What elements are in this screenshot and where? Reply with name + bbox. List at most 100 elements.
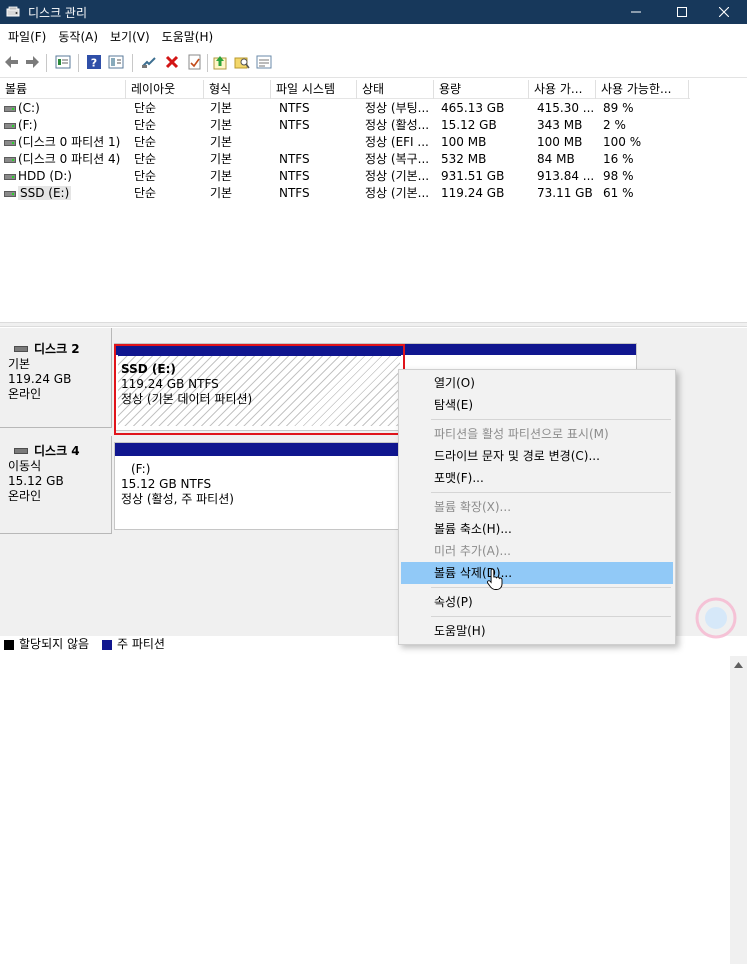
mouse-pointer-icon — [487, 568, 503, 590]
partition-size-fs: 15.12 GB NTFS — [121, 477, 212, 491]
menu-bar: 파일(F) 동작(A) 보기(V) 도움말(H) — [0, 24, 747, 48]
disk-2-label[interactable]: 디스크 2 기본 119.24 GB 온라인 — [0, 328, 112, 428]
volume-filesystem: NTFS — [279, 169, 310, 183]
column-header-volume[interactable]: 볼륨 — [0, 80, 126, 99]
back-arrow-icon[interactable] — [4, 54, 20, 70]
partition-label: SSD (E:) — [121, 362, 176, 376]
volume-layout: 단순 — [134, 186, 157, 200]
check-icon[interactable] — [187, 54, 203, 70]
toolbar-separator — [132, 54, 133, 72]
volume-filesystem: NTFS — [279, 152, 310, 166]
volume-layout: 단순 — [134, 135, 157, 149]
column-header-status[interactable]: 상태 — [357, 80, 434, 99]
help-icon[interactable]: ? — [86, 54, 102, 70]
column-header-type[interactable]: 형식 — [204, 80, 271, 99]
menu-help[interactable]: 도움말(H) — [156, 28, 220, 45]
pane-splitter[interactable] — [0, 322, 747, 327]
disk-name-text: 디스크 4 — [34, 444, 80, 458]
volume-status: 정상 (기본... — [365, 186, 430, 200]
volume-status: 정상 (부팅... — [365, 101, 430, 115]
title-bar: 디스크 관리 — [0, 0, 747, 24]
volume-percent-free: 2 % — [603, 118, 626, 132]
upload-icon[interactable] — [212, 54, 228, 70]
forward-arrow-icon[interactable] — [24, 54, 40, 70]
search-folder-icon[interactable] — [234, 54, 250, 70]
partition-status: 정상 (활성, 주 파티션) — [121, 492, 234, 506]
ssd-partition-stripe — [118, 348, 401, 356]
table-row[interactable]: (C:) 단순 기본 NTFS 정상 (부팅... 465.13 GB 415.… — [0, 100, 690, 117]
column-header-percent-free[interactable]: 사용 가능한... — [596, 80, 689, 99]
list-view-icon[interactable] — [55, 54, 71, 70]
disk-size: 15.12 GB — [8, 474, 64, 488]
volume-type: 기본 — [210, 135, 233, 149]
menu-file[interactable]: 파일(F) — [2, 28, 52, 45]
volume-capacity: 15.12 GB — [441, 118, 497, 132]
menu-item-open[interactable]: 열기(O) — [401, 372, 673, 394]
volume-percent-free: 16 % — [603, 152, 634, 166]
partition-stripe — [115, 443, 403, 456]
table-row-selected[interactable]: SSD (E:) 단순 기본 NTFS 정상 (기본... 119.24 GB … — [0, 185, 690, 202]
disk-icon — [14, 346, 28, 352]
disk-icon — [14, 448, 28, 454]
table-row[interactable]: HDD (D:) 단순 기본 NTFS 정상 (기본... 931.51 GB … — [0, 168, 690, 185]
menu-item-delete-volume[interactable]: 볼륨 삭제(D)... — [401, 562, 673, 584]
volume-type: 기본 — [210, 152, 233, 166]
volume-filesystem: NTFS — [279, 101, 310, 115]
legend-primary-swatch — [102, 640, 112, 650]
menu-item-add-mirror: 미러 추가(A)... — [434, 544, 511, 558]
toolbar-separator — [46, 54, 47, 72]
menu-item-explore[interactable]: 탐색(E) — [401, 394, 673, 416]
table-row[interactable]: (디스크 0 파티션 1) 단순 기본 정상 (EFI ... 100 MB 1… — [0, 134, 690, 151]
minimize-button[interactable] — [613, 0, 659, 24]
maximize-icon — [677, 7, 687, 17]
menu-separator — [431, 492, 671, 493]
partition-status: 정상 (기본 데이터 파티션) — [121, 392, 253, 406]
column-header-free-space[interactable]: 사용 가... — [529, 80, 596, 99]
table-row[interactable]: (F:) 단순 기본 NTFS 정상 (활성... 15.12 GB 343 M… — [0, 117, 690, 134]
panel-view-icon[interactable] — [108, 54, 124, 70]
disk-status: 온라인 — [8, 489, 42, 503]
menu-separator — [431, 616, 671, 617]
volume-percent-free: 89 % — [603, 101, 634, 115]
toolbar: ? — [0, 48, 747, 78]
column-header-filesystem[interactable]: 파일 시스템 — [271, 80, 357, 99]
volume-name: (디스크 0 파티션 4) — [18, 152, 121, 166]
vertical-scrollbar[interactable] — [730, 656, 747, 964]
menu-item-extend-volume: 볼륨 확장(X)... — [434, 500, 512, 514]
volume-status: 정상 (활성... — [365, 118, 430, 132]
table-row[interactable]: (디스크 0 파티션 4) 단순 기본 NTFS 정상 (복구... 532 M… — [0, 151, 690, 168]
menu-item-format[interactable]: 포맷(F)... — [401, 467, 673, 489]
window-title: 디스크 관리 — [28, 5, 88, 20]
column-header-capacity[interactable]: 용량 — [434, 80, 529, 99]
menu-item-change-drive-letter[interactable]: 드라이브 문자 및 경로 변경(C)... — [401, 445, 673, 467]
disk-type: 이동식 — [8, 459, 42, 473]
menu-separator — [431, 587, 671, 588]
volume-percent-free: 98 % — [603, 169, 634, 183]
properties-icon[interactable] — [256, 54, 272, 70]
disk-4-label[interactable]: 디스크 4 이동식 15.12 GB 온라인 — [0, 436, 112, 534]
volume-filesystem: NTFS — [279, 186, 310, 200]
volume-name: (F:) — [18, 118, 38, 132]
menu-action[interactable]: 동작(A) — [52, 28, 104, 45]
menu-view[interactable]: 보기(V) — [104, 28, 156, 45]
volume-layout: 단순 — [134, 152, 157, 166]
connect-icon[interactable] — [141, 54, 157, 70]
volume-layout: 단순 — [134, 169, 157, 183]
delete-icon[interactable] — [164, 54, 180, 70]
disk-management-app-icon — [6, 6, 20, 17]
volume-free-space: 100 MB — [537, 135, 583, 149]
volume-layout: 단순 — [134, 118, 157, 132]
toolbar-separator — [207, 54, 208, 72]
close-icon — [719, 7, 729, 17]
menu-item-help[interactable]: 도움말(H) — [401, 620, 673, 642]
volume-percent-free: 100 % — [603, 135, 642, 149]
close-button[interactable] — [701, 0, 747, 24]
context-menu: 열기(O) 탐색(E) 파티션을 활성 파티션으로 표시(M) 드라이브 문자 … — [398, 369, 676, 645]
column-header-layout[interactable]: 레이아웃 — [126, 80, 204, 99]
menu-item-properties[interactable]: 속성(P) — [401, 591, 673, 613]
scroll-up-arrow-icon[interactable] — [734, 662, 743, 668]
maximize-button[interactable] — [659, 0, 705, 24]
menu-item-shrink-volume[interactable]: 볼륨 축소(H)... — [401, 518, 673, 540]
selected-volume-name: SSD (E:) — [18, 186, 72, 200]
toolbar-separator — [78, 54, 79, 72]
